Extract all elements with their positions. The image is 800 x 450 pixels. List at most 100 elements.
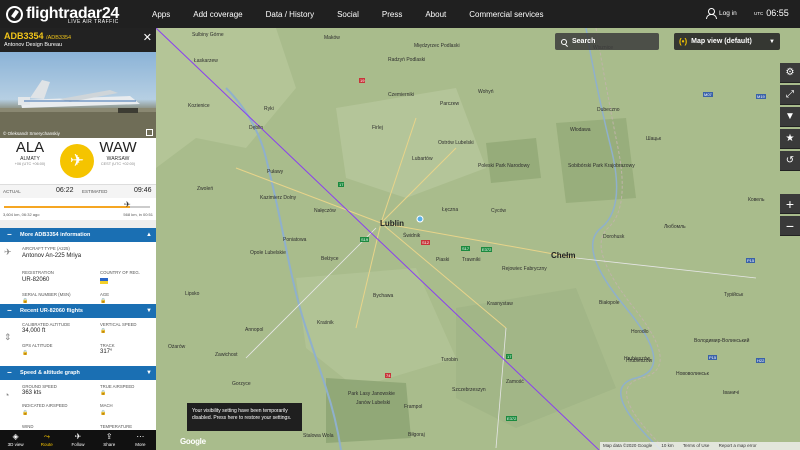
map-town-label: Turobin: [441, 357, 458, 363]
nav-apps[interactable]: Apps: [152, 10, 170, 19]
chevron-up-icon: ▲: [146, 232, 152, 238]
nav-social[interactable]: Social: [337, 10, 359, 19]
map-town-label: Białopole: [599, 300, 620, 306]
road-number-shield: P15: [746, 258, 756, 263]
map-area[interactable]: Sulbiny Górne Łaskarzew Ryki Dęblin Puławy Ka…: [156, 28, 800, 450]
filter-icon[interactable]: ▼: [780, 107, 800, 127]
estimated-time: 09:46: [134, 187, 152, 194]
top-navigation-bar: flightradar24 LIVE AIR TRAFFIC Apps Add …: [0, 0, 800, 28]
map-town-label: Lubartów: [412, 156, 433, 162]
aircraft-photo[interactable]: © Oleksandr Smerychanskiy: [0, 52, 156, 138]
map-search-box[interactable]: Search: [555, 33, 659, 50]
nav-about[interactable]: About: [425, 10, 446, 19]
aircraft-info: ✈ AIRCRAFT TYPE (A225) Antonov An-225 Mr…: [0, 242, 156, 304]
map-town-label: Nałęczów: [314, 208, 336, 214]
nav-add-coverage[interactable]: Add coverage: [193, 10, 242, 19]
follow-button[interactable]: ✈ Follow: [62, 430, 93, 450]
lock-icon: 🔒: [22, 410, 29, 416]
utc-clock: UTC 06:55: [754, 8, 789, 18]
map-town-label: Parczew: [440, 101, 460, 107]
chevron-down-icon: ▼: [146, 370, 152, 376]
3d-view-button[interactable]: ◈ 3D view: [0, 430, 31, 450]
speed-graph-title: Speed & altitude graph: [20, 370, 80, 376]
track-label: TRACK: [100, 343, 115, 348]
map-town-label: Rejowiec Fabryczny: [502, 266, 547, 272]
more-info-title: More ADB3354 information: [20, 232, 91, 238]
login-button[interactable]: Log in: [706, 8, 737, 19]
recent-flights-section-header[interactable]: − Recent UR-82060 flights ▼: [0, 304, 156, 318]
report-error-link[interactable]: Report a map error: [719, 443, 757, 448]
map-town-label: Ryki: [264, 106, 274, 112]
map-scale: 10 km: [661, 443, 674, 448]
more-info-section-header[interactable]: − More ADB3354 information ▲: [0, 228, 156, 242]
map-town-label: Dorohusk: [603, 234, 625, 240]
aircraft-type-value: Antonov An-225 Mriya: [22, 253, 82, 259]
ukraine-flag-bottom: [100, 281, 108, 284]
user-icon: [706, 8, 717, 19]
nav-commercial-services[interactable]: Commercial services: [469, 10, 543, 19]
speed-graph-section-header[interactable]: − Speed & altitude graph ▼: [0, 366, 156, 380]
zoom-in-button[interactable]: +: [780, 194, 800, 214]
close-icon[interactable]: ✕: [143, 31, 152, 44]
map-town-label: Radzyń Podlaski: [388, 57, 426, 63]
calibrated-altitude-value: 34,000 ft: [22, 328, 46, 334]
zoom-controls: + −: [780, 194, 800, 238]
share-button[interactable]: ⇪ Share: [94, 430, 125, 450]
track-value: 317°: [100, 349, 113, 355]
map-town-label: Maków: [324, 35, 340, 41]
road-number-shield: 17: [338, 182, 345, 187]
aircraft-icon: ✈: [4, 247, 12, 257]
map-town-label: Lipsko: [185, 291, 200, 297]
more-button[interactable]: ⋯ More: [125, 430, 156, 450]
altitude-icon: ⇕: [4, 332, 12, 342]
map-town-label: Zawichost: [215, 352, 238, 358]
aircraft-marker[interactable]: [416, 215, 424, 223]
destination-code: WAW: [99, 139, 137, 156]
flightradar24-logo[interactable]: flightradar24 LIVE AIR TRAFFIC: [6, 3, 119, 25]
map-town-label: Szczebrzeszyn: [452, 387, 486, 393]
destination-airport[interactable]: WAW WARSAW CEST (UTC +02:00): [88, 139, 148, 166]
destination-timezone: CEST (UTC +02:00): [100, 162, 136, 166]
road-number-shield: E372: [481, 247, 493, 252]
road-number-shield: P15: [708, 355, 718, 360]
registration-value: UR-82060: [22, 277, 50, 283]
flight-progress: ✈ 3,604 km, 06:32 ago 568 km, in 00:51: [0, 198, 156, 220]
collapse-icon: −: [7, 306, 12, 315]
settings-gear-icon[interactable]: ⚙: [780, 63, 800, 83]
origin-airport[interactable]: ALA ALMATY +06 (UTC +06:00): [0, 139, 60, 166]
zoom-out-button[interactable]: −: [780, 216, 800, 236]
temperature-label: TEMPERATURE: [100, 424, 133, 429]
road-number-shield: M07: [703, 92, 713, 97]
map-town-label: Dubeczno: [597, 107, 620, 113]
photo-credit: © Oleksandr Smerychanskiy: [3, 131, 60, 136]
nav-press[interactable]: Press: [382, 10, 402, 19]
map-town-label: Zwoleń: [197, 186, 214, 192]
favorites-star-icon[interactable]: ★: [780, 129, 800, 149]
map-town-label: Sobibórski Park Krajobrazowy: [568, 163, 635, 169]
chevron-down-icon: ▼: [146, 308, 152, 314]
origin-timezone: +06 (UTC +06:00): [14, 162, 46, 166]
progress-plane-icon: ✈: [124, 200, 131, 209]
map-tools: ⚙ ⤢ ▼ ★ ↺: [780, 63, 800, 173]
flight-times: ACTUAL 06:22 ESTIMATED 09:46: [0, 184, 156, 198]
fullscreen-icon[interactable]: ⤢: [780, 85, 800, 105]
nav-data-history[interactable]: Data / History: [266, 10, 314, 19]
playback-history-icon[interactable]: ↺: [780, 151, 800, 171]
route-button[interactable]: ⤳ Route: [31, 430, 62, 450]
map-town-label: Sulbiny Górne: [192, 32, 224, 38]
road-number-shield: 19: [359, 78, 366, 83]
map-view-dropdown[interactable]: (•) Map view (default) ▼: [674, 33, 780, 50]
map-town-label: Firlej: [372, 125, 383, 131]
map-town-label: Puławy: [267, 169, 284, 175]
map-view-icon: (•): [679, 37, 688, 46]
map-town-label: Włodawa: [570, 127, 591, 133]
map-town-label: Annopol: [245, 327, 264, 333]
map-town-label: Gorzyce: [232, 381, 251, 387]
visibility-notice[interactable]: Your visibility setting have been tempor…: [187, 403, 302, 431]
flight-number: ADB3354 /ADB3354: [4, 31, 72, 41]
actual-time: 06:22: [56, 187, 74, 194]
route-summary: ALA ALMATY +06 (UTC +06:00) ✈ WAW WARSAW…: [0, 138, 156, 184]
external-link-icon[interactable]: [146, 129, 153, 136]
terms-link[interactable]: Terms of Use: [683, 443, 710, 448]
map-town-label: Janów Lubelski: [356, 400, 391, 406]
